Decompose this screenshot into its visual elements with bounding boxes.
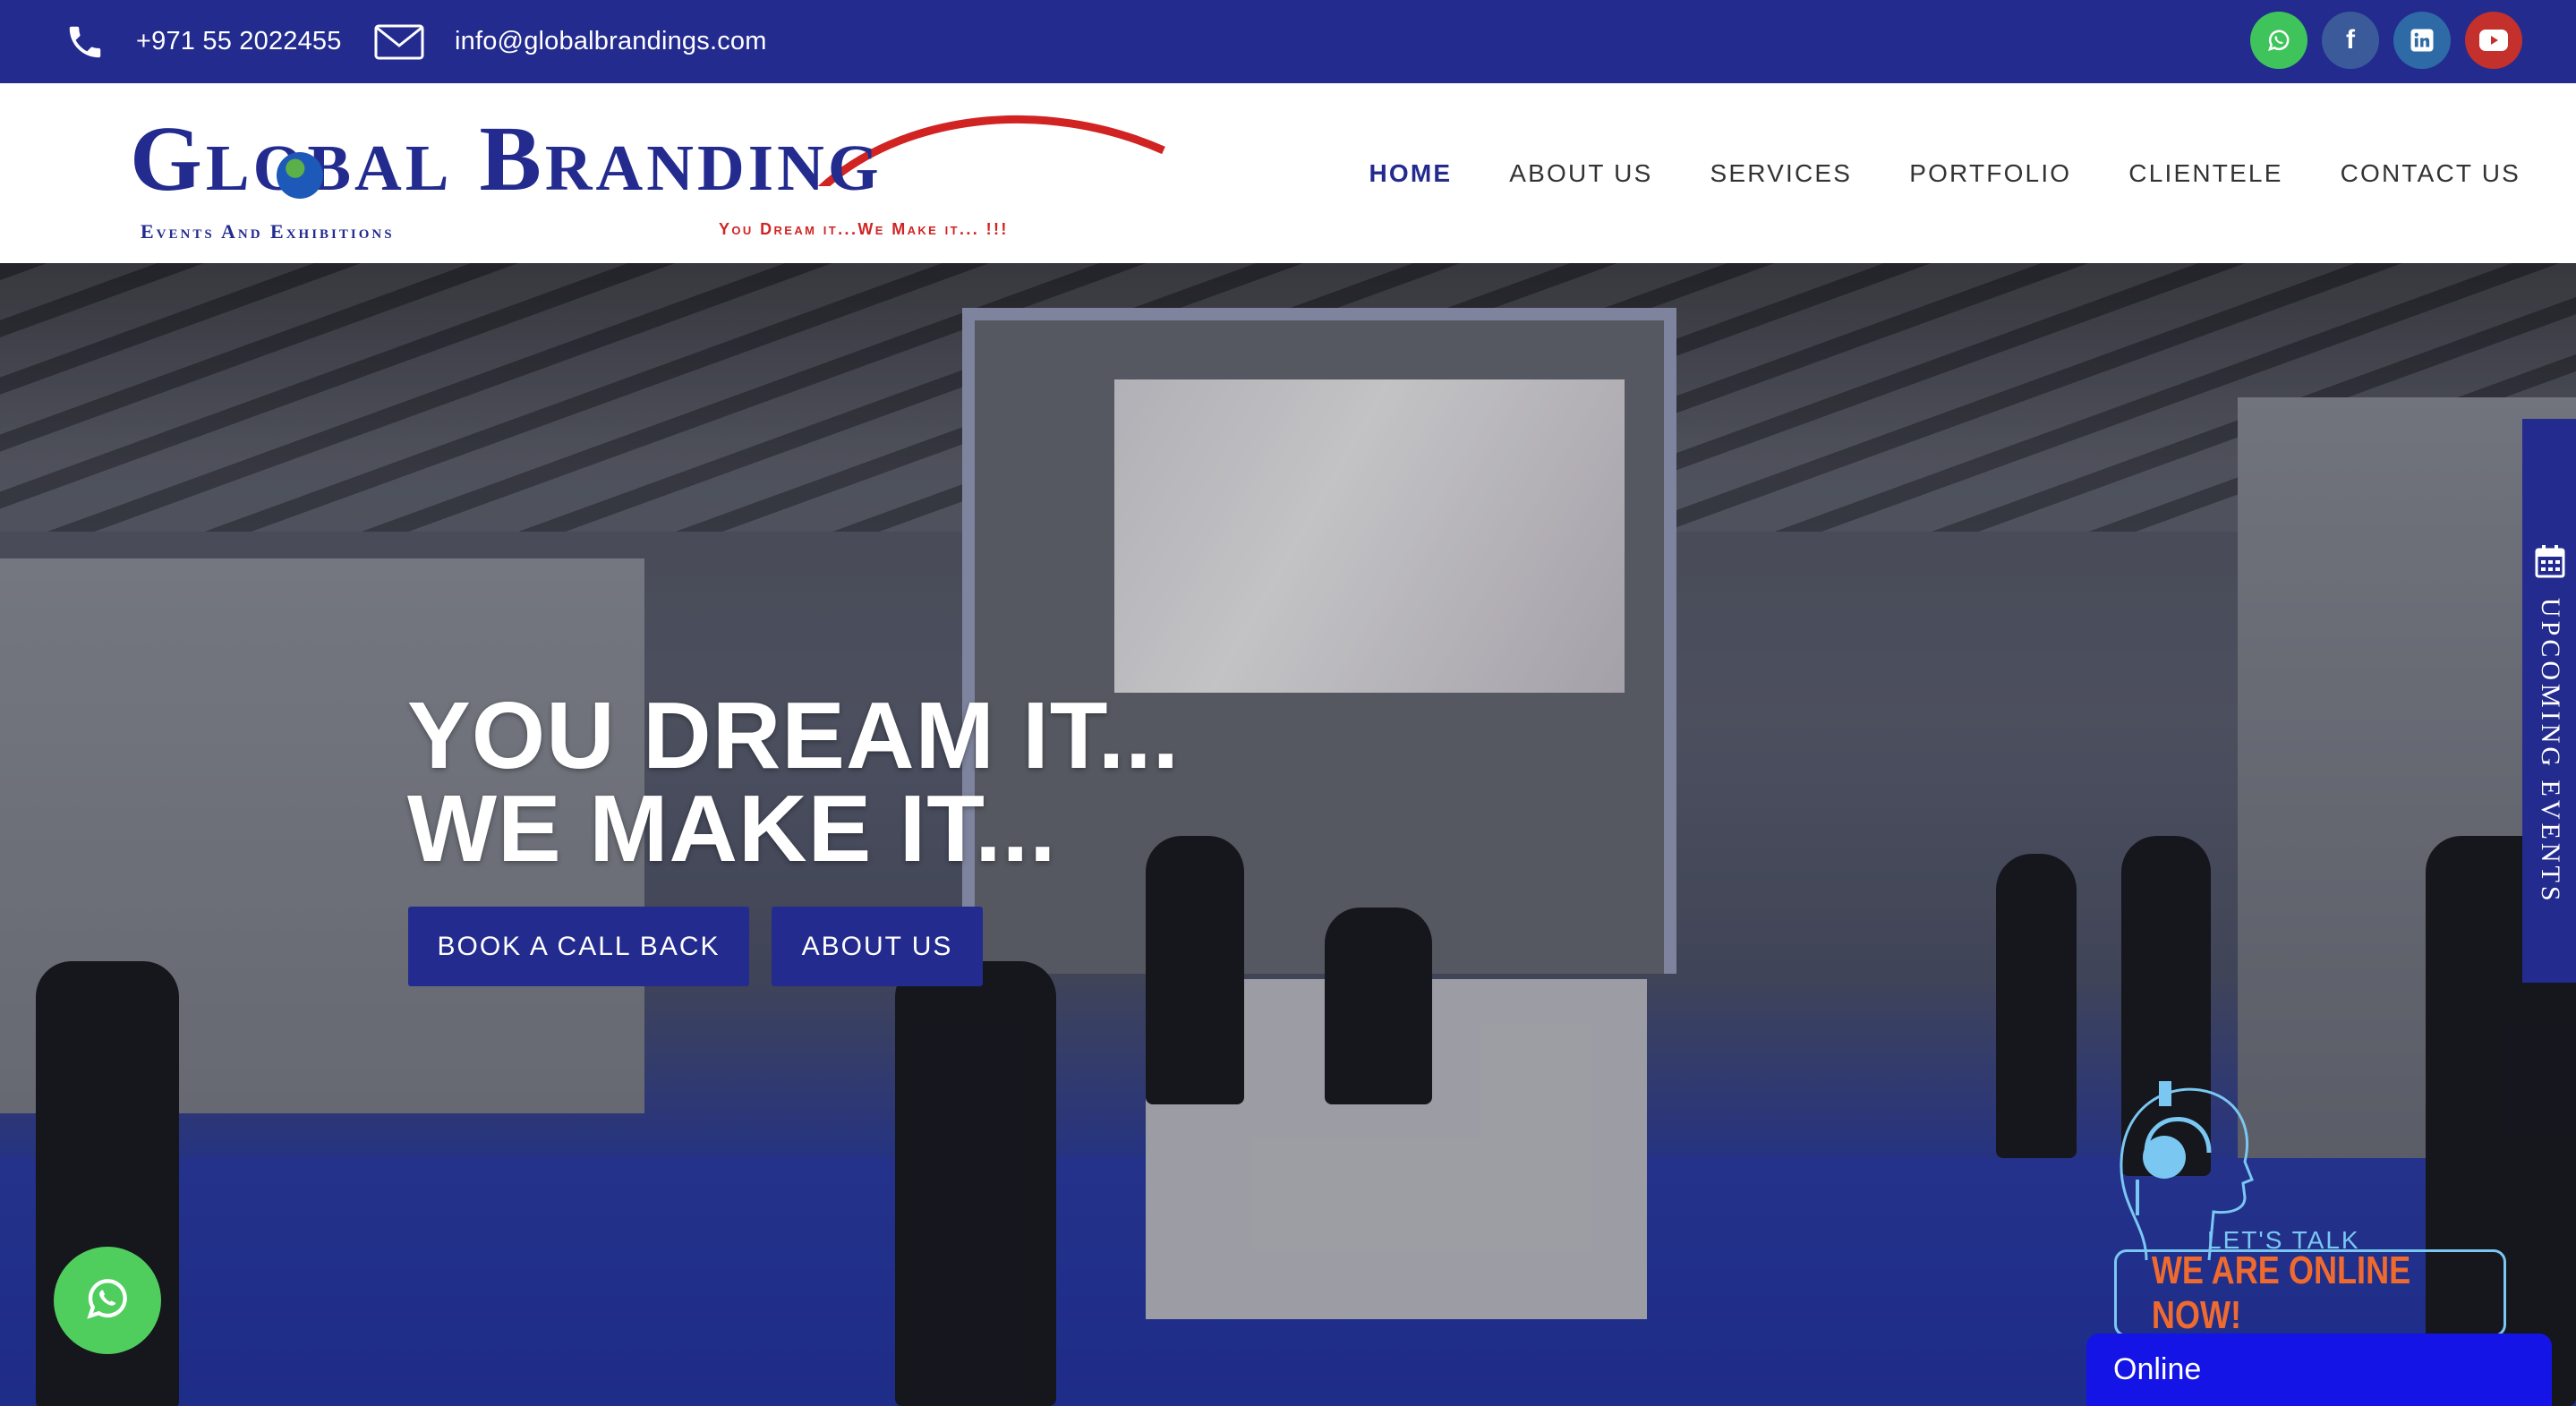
mail-icon (374, 24, 424, 60)
hero-headline-line2: WE MAKE IT... (407, 776, 1057, 882)
about-us-button[interactable]: ABOUT US (772, 907, 983, 986)
facebook-icon[interactable]: f (2322, 12, 2379, 69)
nav-clientele[interactable]: CLIENTELE (2128, 159, 2282, 188)
nav-about-us[interactable]: ABOUT US (1509, 159, 1652, 188)
top-contact-bar: +971 55 2022455 info@globalbrandings.com… (0, 0, 2576, 83)
youtube-icon[interactable] (2465, 12, 2522, 69)
phone-icon (64, 21, 106, 63)
nav-services[interactable]: SERVICES (1710, 159, 1852, 188)
nav-home[interactable]: HOME (1369, 159, 1452, 188)
brand-subtitle: Events And Exhibitions (141, 220, 395, 243)
book-call-back-button[interactable]: BOOK A CALL BACK (408, 907, 749, 986)
email-contact[interactable]: info@globalbrandings.com (374, 0, 767, 83)
brand-name: Global Branding (130, 107, 883, 210)
chat-status-text: Online (2113, 1352, 2202, 1386)
phone-number[interactable]: +971 55 2022455 (136, 27, 342, 56)
hero-headline-line1: YOU DREAM IT... (407, 683, 1181, 788)
chat-status-bar[interactable]: Online (2086, 1334, 2552, 1406)
upcoming-events-label: UPCOMING EVENTS (2536, 598, 2565, 905)
calendar-icon (2535, 544, 2565, 583)
social-links: f (2250, 12, 2522, 69)
online-now-text: WE ARE ONLINE NOW! (2151, 1248, 2411, 1337)
lets-talk-widget[interactable]: LET'S TALK WE ARE ONLINE NOW! (2111, 1081, 2513, 1341)
upcoming-events-tab[interactable]: UPCOMING EVENTS (2522, 419, 2576, 983)
whatsapp-icon (81, 1273, 133, 1329)
whatsapp-icon[interactable] (2250, 12, 2307, 69)
main-navigation: HOME ABOUT US SERVICES PORTFOLIO CLIENTE… (1369, 83, 2521, 263)
email-address[interactable]: info@globalbrandings.com (455, 27, 767, 56)
brand-logo[interactable]: Global Branding Events And Exhibitions Y… (130, 106, 1165, 249)
nav-contact-us[interactable]: CONTACT US (2341, 159, 2521, 188)
site-header: Global Branding Events And Exhibitions Y… (0, 83, 2576, 263)
nav-portfolio[interactable]: PORTFOLIO (1909, 159, 2071, 188)
linkedin-icon[interactable] (2393, 12, 2451, 69)
hero-headline: YOU DREAM IT... WE MAKE IT... (407, 683, 1181, 882)
whatsapp-float-button[interactable] (54, 1247, 161, 1354)
brand-tagline: You Dream it...We Make it... !!! (719, 220, 1009, 238)
phone-contact[interactable]: +971 55 2022455 (64, 0, 342, 83)
globe-icon (277, 152, 323, 199)
online-now-banner[interactable]: WE ARE ONLINE NOW! (2114, 1248, 2506, 1337)
